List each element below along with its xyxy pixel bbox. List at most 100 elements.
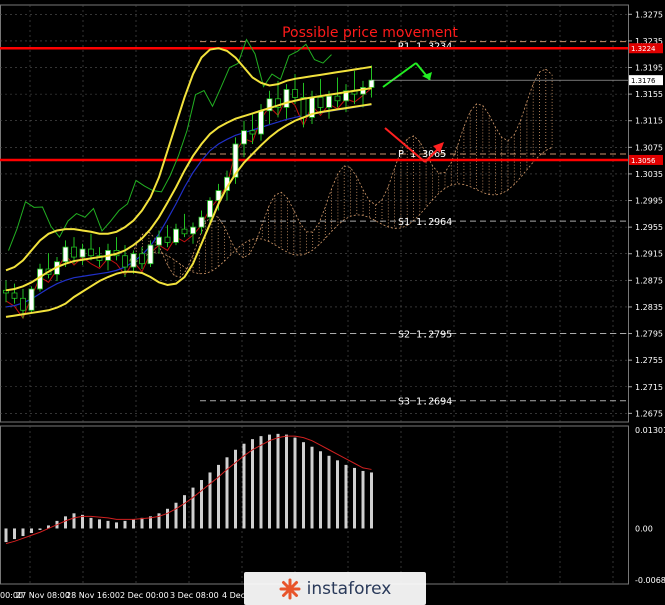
price-tick-label: 1.3195 — [635, 64, 663, 73]
macd-tick-label: -0.00681 — [635, 576, 665, 585]
macd-histogram-bar — [251, 439, 254, 529]
price-tick-label: 1.3275 — [635, 10, 663, 19]
candle-body — [173, 228, 179, 243]
macd-histogram-bar — [268, 434, 271, 529]
candle-body — [181, 228, 188, 235]
macd-histogram-bar — [72, 513, 76, 529]
chart-grid — [0, 4, 629, 585]
candle-body — [20, 297, 26, 311]
macd-histogram-bar — [174, 502, 178, 529]
time-tick-label: 4 Dec — [222, 591, 245, 600]
time-tick-label: 28 Nov 16:00 — [66, 591, 120, 600]
macd-histogram-bar — [166, 508, 169, 529]
bollinger-middle — [5, 87, 372, 292]
price-tick-label: 1.2755 — [635, 356, 663, 365]
candle-body — [249, 130, 256, 135]
candle-body — [283, 89, 290, 108]
candle-body — [62, 246, 69, 263]
candle-body — [71, 246, 77, 258]
candle-body — [190, 226, 196, 235]
main-panel-border — [0, 4, 629, 423]
candle-body — [79, 248, 86, 258]
macd-tick-label: 0.00 — [635, 524, 653, 533]
macd-histogram-bar — [302, 442, 305, 529]
macd-histogram-bar — [64, 516, 67, 529]
macd-histogram-bar — [123, 520, 127, 529]
candle-body — [11, 292, 18, 299]
candle-body — [368, 79, 375, 88]
macd-histogram-bar — [38, 528, 42, 530]
macd-histogram-bar — [30, 528, 33, 534]
price-tick-label: 1.2995 — [635, 197, 663, 206]
macd-histogram-bar — [319, 451, 322, 529]
candle-body — [156, 236, 162, 246]
price-tick-label: 1.2715 — [635, 383, 663, 392]
candle-body — [198, 216, 205, 228]
macd-histogram-bar — [106, 520, 110, 529]
candle-body — [334, 95, 341, 102]
macd-histogram-bar — [191, 487, 195, 529]
current-price-tag-label: 1.3176 — [631, 77, 656, 85]
watermark-text: instaforex — [306, 578, 392, 599]
macd-histogram-bar — [336, 460, 339, 529]
candle-body — [28, 288, 35, 311]
candle-body — [317, 97, 324, 108]
pivot-label-s2: S2 1.2795 — [398, 330, 452, 341]
instaforex-logo-icon — [279, 578, 301, 599]
candle-body — [241, 130, 247, 145]
price-tick-label: 1.3075 — [635, 143, 663, 152]
macd-panel-border — [0, 425, 629, 585]
macd-histogram-bar — [370, 472, 373, 529]
macd-histogram-bar — [132, 519, 135, 529]
macd-histogram-bar — [327, 455, 331, 529]
macd-histogram-bar — [115, 522, 118, 529]
candle-body — [292, 89, 298, 98]
macd-histogram-bar — [13, 528, 16, 540]
price-tick-label: 1.3115 — [635, 117, 663, 126]
red-price-tag-label: 1.3224 — [631, 45, 656, 53]
watermark: instaforex — [244, 572, 426, 605]
price-tick-label: 1.3035 — [635, 170, 663, 179]
candle-body — [258, 110, 264, 135]
candle-body — [88, 248, 94, 257]
chart-title: Possible price movement — [282, 25, 458, 41]
macd-histogram-bar — [217, 464, 220, 529]
macd-histogram-bar — [285, 434, 288, 529]
macd-histogram-bar — [276, 433, 280, 529]
macd-histogram-bar — [89, 517, 93, 529]
pivot-label-s1: S1 1.2964 — [398, 217, 452, 228]
macd-histogram-bar — [200, 480, 203, 529]
price-tick-label: 1.2875 — [635, 276, 663, 285]
macd-histogram-bar — [310, 446, 314, 529]
direction-arrows — [382, 62, 444, 163]
time-tick-label: 3 Dec 08:00 — [170, 591, 219, 600]
candle-body — [207, 200, 213, 218]
price-chart: R1 1.3234P 1.3065S1 1.2964S2 1.2795S3 1.… — [0, 4, 665, 600]
macd-histogram-bar — [353, 467, 356, 529]
price-tick-label: 1.3155 — [635, 90, 663, 99]
macd-histogram-bar — [344, 464, 348, 529]
candle-body — [130, 253, 137, 268]
macd-histogram-bar — [21, 528, 25, 537]
price-tick-label: 1.2955 — [635, 223, 663, 232]
candle-body — [122, 255, 128, 268]
candle-body — [164, 236, 171, 243]
macd-tick-label: 0.01301 — [635, 426, 665, 435]
macd-histogram-bar — [208, 472, 212, 529]
candle-body — [147, 244, 154, 265]
price-axes: 1.32751.32351.31951.31551.31151.30751.30… — [0, 10, 665, 600]
macd-histogram-bar — [98, 519, 101, 529]
price-tick-label: 1.2675 — [635, 409, 663, 418]
price-tick-label: 1.2795 — [635, 330, 663, 339]
macd-histogram-bar — [293, 437, 297, 529]
macd-histogram-bar — [140, 517, 144, 529]
time-tick-label: 2 Dec 00:00 — [120, 591, 169, 600]
candle-body — [326, 95, 332, 108]
price-tick-label: 1.2835 — [635, 303, 663, 312]
price-tick-label: 1.2915 — [635, 250, 663, 259]
macd-histogram-bar — [183, 495, 186, 529]
macd-histogram-bar — [259, 436, 263, 529]
candle-body — [300, 97, 307, 118]
pivot-label-s3: S3 1.2694 — [398, 397, 452, 408]
red-price-tag-label: 1.3056 — [631, 157, 656, 165]
